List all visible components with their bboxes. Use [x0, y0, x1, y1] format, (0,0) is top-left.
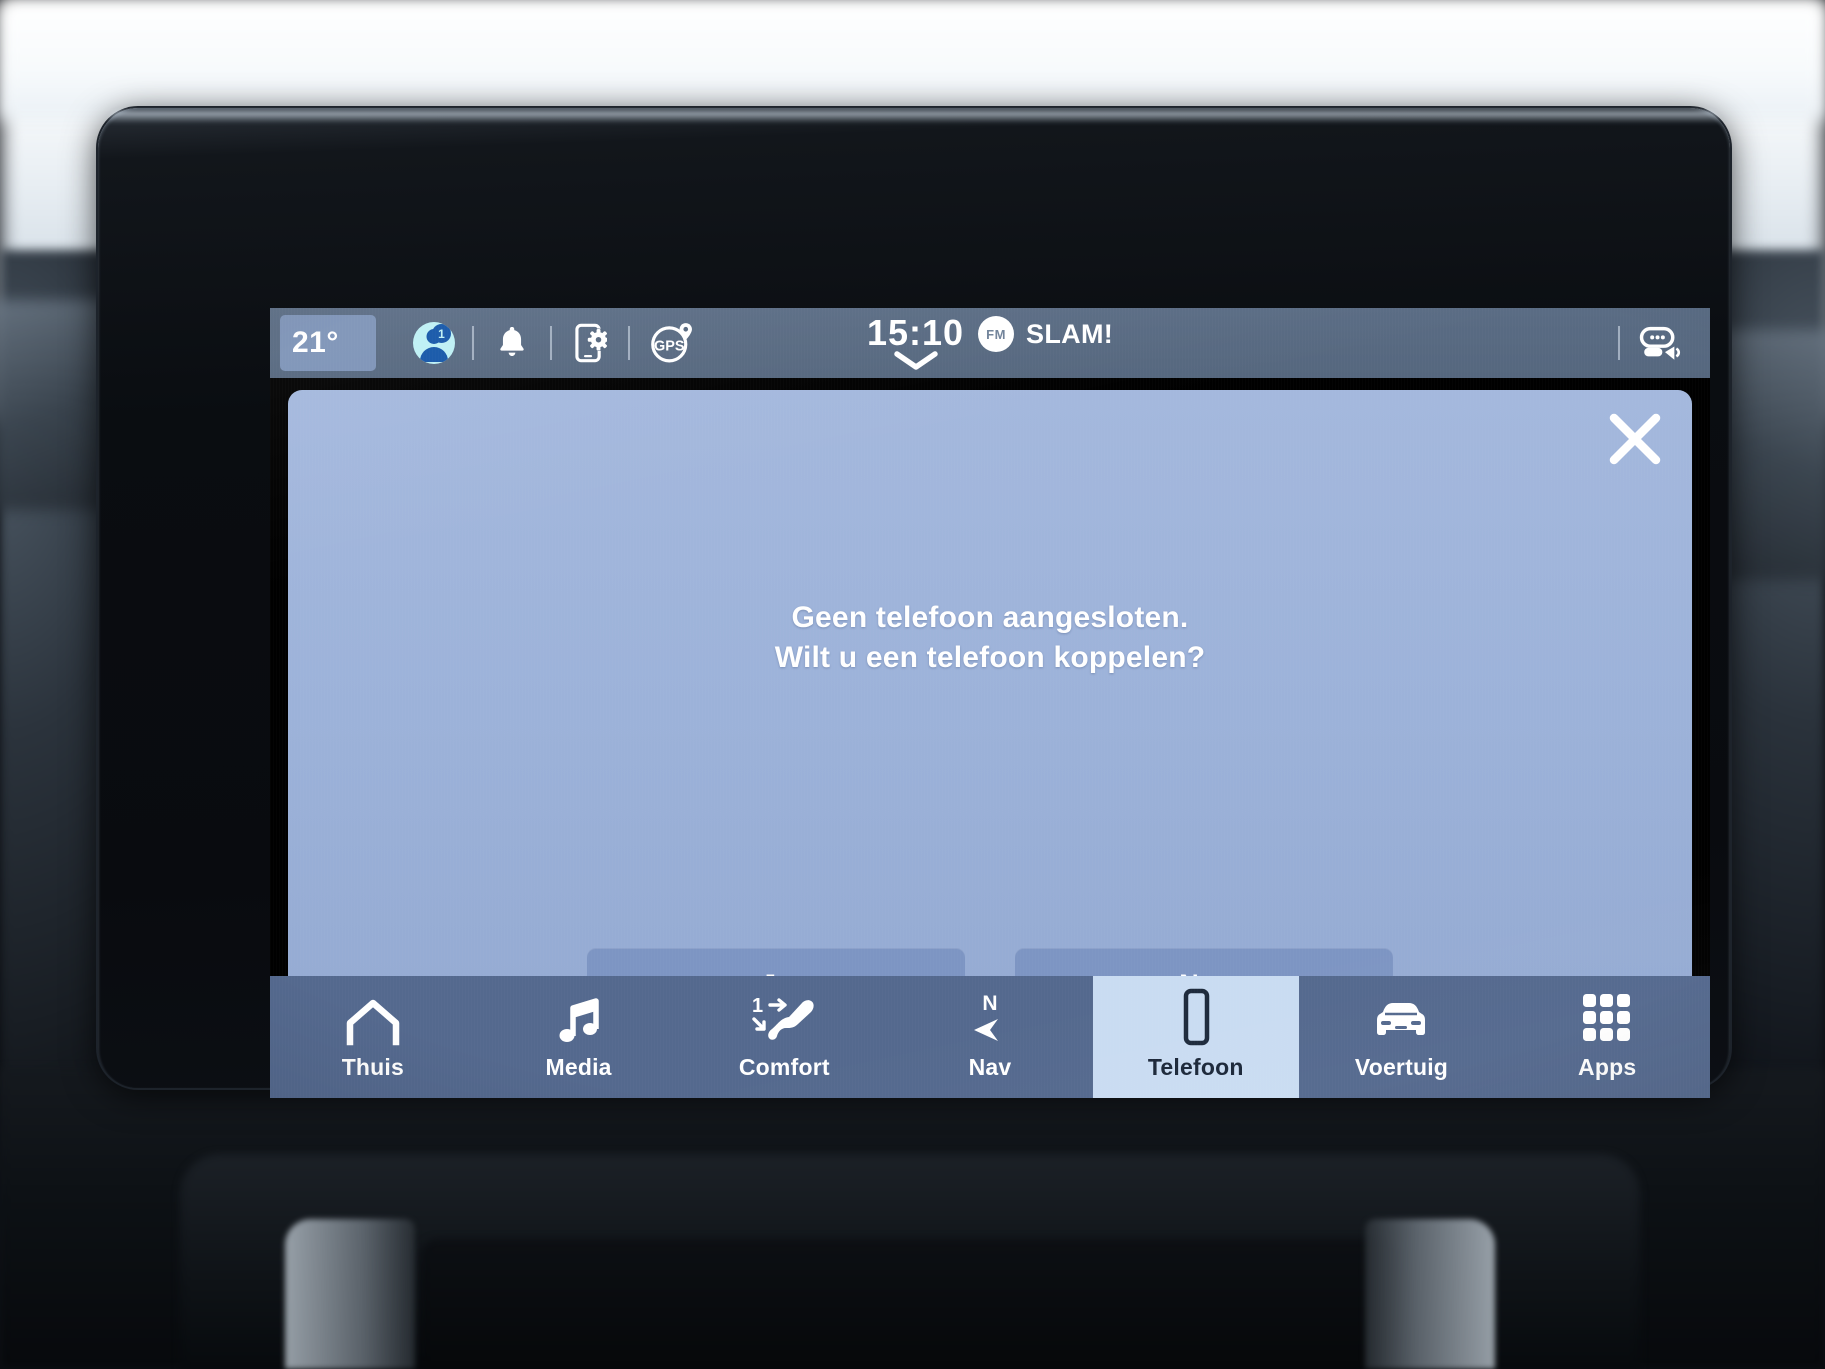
radio-station-indicator[interactable]: FM SLAM!: [978, 316, 1113, 352]
clock-expander[interactable]: 15:10: [867, 312, 964, 372]
pair-phone-dialog: Geen telefoon aangesloten. Wilt u een te…: [288, 390, 1692, 1070]
voice-assistant-button[interactable]: [1630, 315, 1692, 371]
chrome-trim-right: [1365, 1219, 1495, 1369]
dialog-message-line1: Geen telefoon aangesloten.: [791, 601, 1189, 634]
profile-badge-icon: 1: [432, 324, 451, 343]
nav-item-comfort[interactable]: 1 Comfort: [681, 976, 888, 1098]
close-icon: [1609, 413, 1661, 465]
nav-item-apps[interactable]: Apps: [1504, 976, 1710, 1098]
nav-item-voertuig[interactable]: Voertuig: [1298, 976, 1505, 1098]
nav-item-media[interactable]: Media: [475, 976, 682, 1098]
nav-item-telefoon[interactable]: Telefoon: [1092, 976, 1299, 1098]
ceiling-light-band: [0, 0, 1825, 120]
seat-icon: 1: [748, 994, 820, 1046]
console-recess: [420, 1239, 1400, 1369]
close-button[interactable]: [1598, 402, 1672, 476]
temperature-value: 21°: [292, 326, 339, 359]
bottom-navigation-bar: Thuis Media 1 Comfort N Nav Telefoon Voe…: [270, 976, 1710, 1098]
nav-label-apps: Apps: [1578, 1053, 1637, 1080]
status-bar: 21° 1 GPS 15:10 FM SLAM!: [270, 308, 1710, 378]
nav-label-thuis: Thuis: [341, 1053, 405, 1080]
dialog-message-line2: Wilt u een telefoon koppelen?: [774, 640, 1206, 674]
fm-badge: FM: [978, 316, 1015, 352]
status-divider: [550, 326, 552, 360]
svg-text:N: N: [982, 992, 997, 1015]
user-profile-button[interactable]: 1: [406, 315, 462, 371]
infotainment-head-unit: 21° 1 GPS 15:10 FM SLAM! Geen telefoon a…: [98, 108, 1730, 1098]
music-note-icon: [554, 994, 604, 1046]
nav-label-media: Media: [545, 1053, 612, 1080]
gps-status-button[interactable]: GPS: [640, 315, 704, 371]
temperature-chip[interactable]: 21°: [280, 315, 376, 371]
car-icon: [1369, 994, 1433, 1046]
infotainment-screen: 21° 1 GPS 15:10 FM SLAM! Geen telefoon a…: [270, 308, 1710, 1098]
phone-settings-icon: [575, 323, 607, 363]
nav-item-thuis[interactable]: Thuis: [270, 976, 476, 1098]
status-icon-group: 1 GPS: [406, 315, 704, 371]
status-right-group: [1608, 308, 1692, 378]
status-divider: [1618, 326, 1620, 360]
grid-icon: [1579, 993, 1635, 1046]
notifications-button[interactable]: [484, 315, 540, 371]
status-divider: [472, 326, 474, 360]
user-profile-icon: 1: [413, 322, 455, 364]
compass-icon: N: [964, 992, 1016, 1046]
nav-label-telefoon: Telefoon: [1147, 1053, 1244, 1080]
nav-label-voertuig: Voertuig: [1354, 1053, 1449, 1080]
status-divider: [628, 326, 630, 360]
chrome-trim-left: [285, 1219, 415, 1369]
dialog-message: Geen telefoon aangesloten. Wilt u een te…: [288, 598, 1692, 677]
phone-settings-button[interactable]: [562, 315, 618, 371]
svg-text:1: 1: [752, 995, 763, 1017]
clock-value: 15:10: [866, 312, 965, 353]
chevron-down-icon: [893, 351, 938, 370]
voice-assistant-icon: [1639, 326, 1681, 360]
radio-station-name: SLAM!: [1026, 318, 1114, 349]
svg-text:GPS: GPS: [654, 339, 685, 355]
nav-item-nav[interactable]: N Nav: [887, 976, 1093, 1098]
phone-icon: [1176, 988, 1216, 1046]
nav-label-comfort: Comfort: [738, 1053, 830, 1080]
home-icon: [344, 994, 402, 1046]
bell-icon: [500, 326, 524, 357]
nav-label-nav: Nav: [968, 1053, 1012, 1080]
svg-text:1: 1: [438, 327, 445, 341]
gps-icon: GPS: [651, 323, 692, 363]
